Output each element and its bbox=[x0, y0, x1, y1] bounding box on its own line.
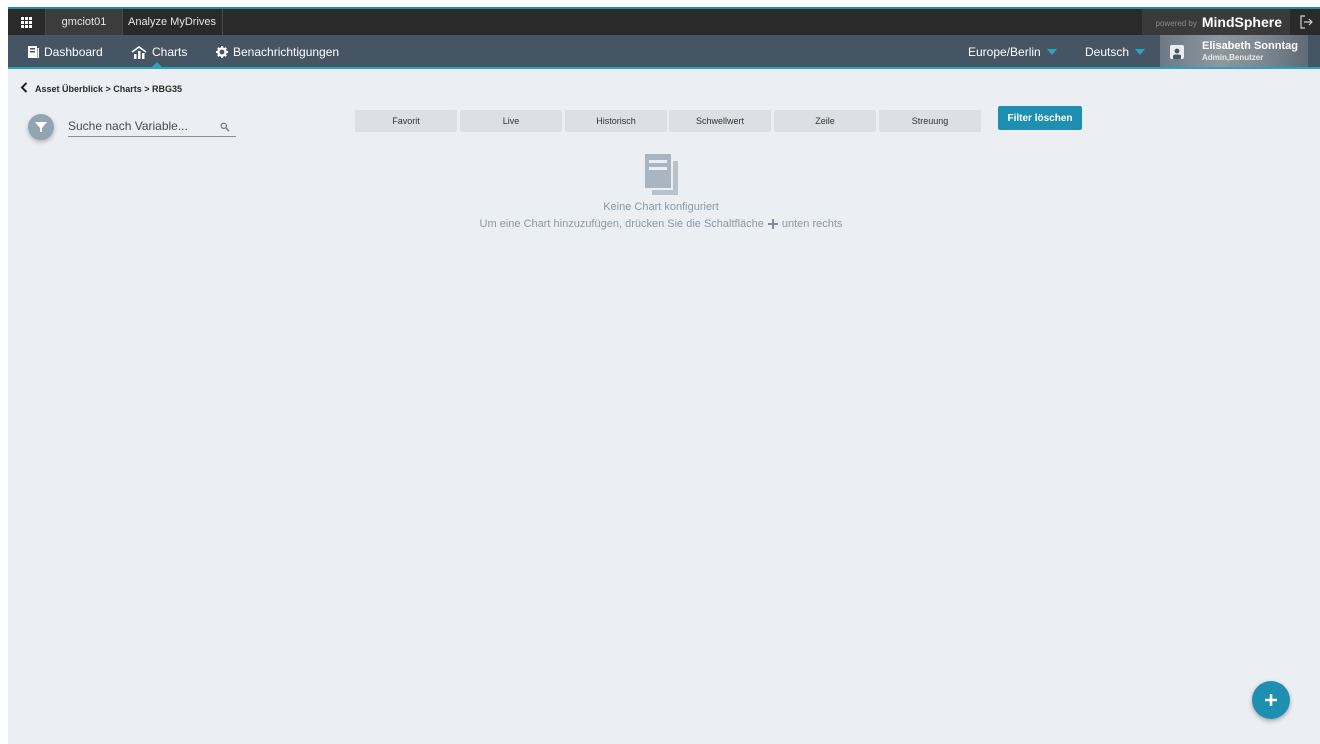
timezone-dropdown[interactable]: Europe/Berlin bbox=[968, 35, 1057, 69]
back-button[interactable] bbox=[20, 82, 28, 95]
user-info: Elisabeth Sonntag Admin,Benutzer bbox=[1202, 40, 1298, 64]
filter-chip-live[interactable]: Live bbox=[460, 110, 562, 132]
empty-state-title: Keine Chart konfiguriert bbox=[603, 201, 719, 213]
nav-label-benachrichtigungen: Benachrichtigungen bbox=[233, 45, 340, 59]
nav-item-benachrichtigungen[interactable]: Benachrichtigungen bbox=[216, 35, 339, 69]
app-name[interactable]: Analyze MyDrives bbox=[122, 9, 223, 35]
tenant-name[interactable]: gmciot01 bbox=[45, 9, 123, 35]
empty-state: Keine Chart konfiguriert Um eine Chart h… bbox=[448, 153, 874, 230]
filter-chip-streuung[interactable]: Streuung bbox=[879, 110, 981, 132]
empty-hint-text: Um eine Chart hinzuzufügen, drücken Sie … bbox=[479, 218, 764, 230]
add-chart-button[interactable] bbox=[1252, 681, 1290, 719]
nav-item-charts[interactable]: Charts bbox=[131, 35, 187, 69]
filter-button[interactable] bbox=[28, 114, 54, 140]
nav-label-dashboard: Dashboard bbox=[44, 45, 103, 59]
top-bar: gmciot01 Analyze MyDrives powered by Min… bbox=[8, 9, 1320, 35]
document-icon bbox=[28, 46, 39, 58]
filter-chip-favorit[interactable]: Favorit bbox=[355, 110, 457, 132]
language-dropdown[interactable]: Deutsch bbox=[1085, 35, 1146, 69]
nav-item-dashboard[interactable]: Dashboard bbox=[28, 35, 103, 69]
chevron-down-icon bbox=[1046, 49, 1057, 55]
user-role: Admin,Benutzer bbox=[1202, 53, 1264, 62]
powered-by-text: powered by bbox=[1155, 18, 1197, 28]
breadcrumb-path[interactable]: Asset Überblick > Charts > RBG35 bbox=[35, 84, 182, 94]
mindsphere-logo: powered by MindSphere bbox=[1142, 9, 1290, 35]
funnel-icon bbox=[35, 122, 47, 132]
filter-chip-schwellwert[interactable]: Schwellwert bbox=[669, 110, 771, 132]
app-launcher-button[interactable] bbox=[8, 9, 44, 35]
document-stack-icon bbox=[644, 153, 678, 195]
grid-icon bbox=[20, 16, 32, 28]
app-frame: gmciot01 Analyze MyDrives powered by Min… bbox=[0, 0, 1320, 744]
navigation-bar: Dashboard Charts Benachrichtigungen Euro… bbox=[8, 35, 1320, 69]
search-input[interactable] bbox=[68, 117, 208, 135]
main-content: Asset Überblick > Charts > RBG35 Favorit… bbox=[8, 69, 1320, 744]
filter-chip-historisch[interactable]: Historisch bbox=[565, 110, 667, 132]
empty-state-hint: Um eine Chart hinzuzufügen, drücken Sie … bbox=[448, 218, 874, 230]
search-field bbox=[68, 117, 236, 137]
breadcrumb: Asset Überblick > Charts > RBG35 bbox=[20, 82, 182, 95]
chevron-down-icon bbox=[1135, 49, 1146, 55]
avatar bbox=[1170, 45, 1184, 59]
timezone-value: Europe/Berlin bbox=[968, 45, 1041, 59]
user-icon bbox=[1173, 48, 1181, 59]
empty-hint-suffix: unten rechts bbox=[781, 218, 843, 230]
chart-icon bbox=[131, 45, 147, 59]
search-icon[interactable] bbox=[220, 119, 230, 137]
nav-label-charts: Charts bbox=[152, 45, 188, 59]
plus-icon bbox=[1265, 694, 1277, 706]
logout-button[interactable] bbox=[1292, 9, 1320, 35]
clear-filter-button[interactable]: Filter löschen bbox=[998, 106, 1082, 130]
plus-icon bbox=[767, 219, 778, 229]
gear-icon bbox=[216, 46, 228, 58]
user-name: Elisabeth Sonntag bbox=[1202, 40, 1298, 52]
chevron-left-icon bbox=[20, 82, 28, 93]
logout-icon bbox=[1300, 15, 1313, 29]
user-menu[interactable]: Elisabeth Sonntag Admin,Benutzer bbox=[1160, 35, 1308, 69]
brand-name: MindSphere bbox=[1201, 14, 1282, 30]
language-value: Deutsch bbox=[1085, 45, 1130, 59]
filter-chip-zeile[interactable]: Zeile bbox=[774, 110, 876, 132]
